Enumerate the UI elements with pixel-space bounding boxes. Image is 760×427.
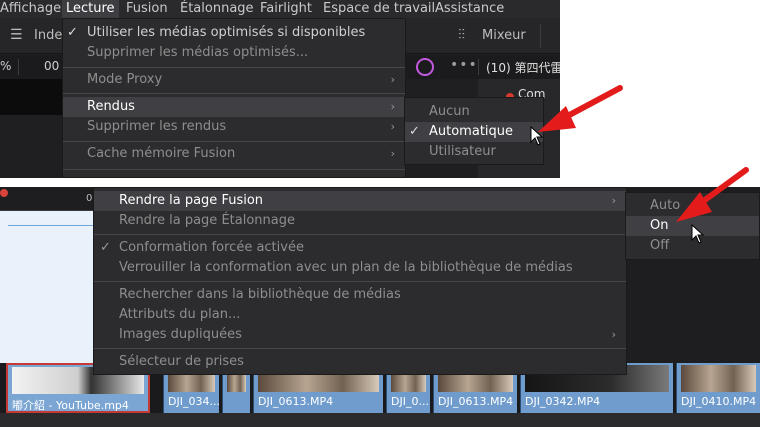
red-annotation-arrow — [676, 167, 749, 222]
